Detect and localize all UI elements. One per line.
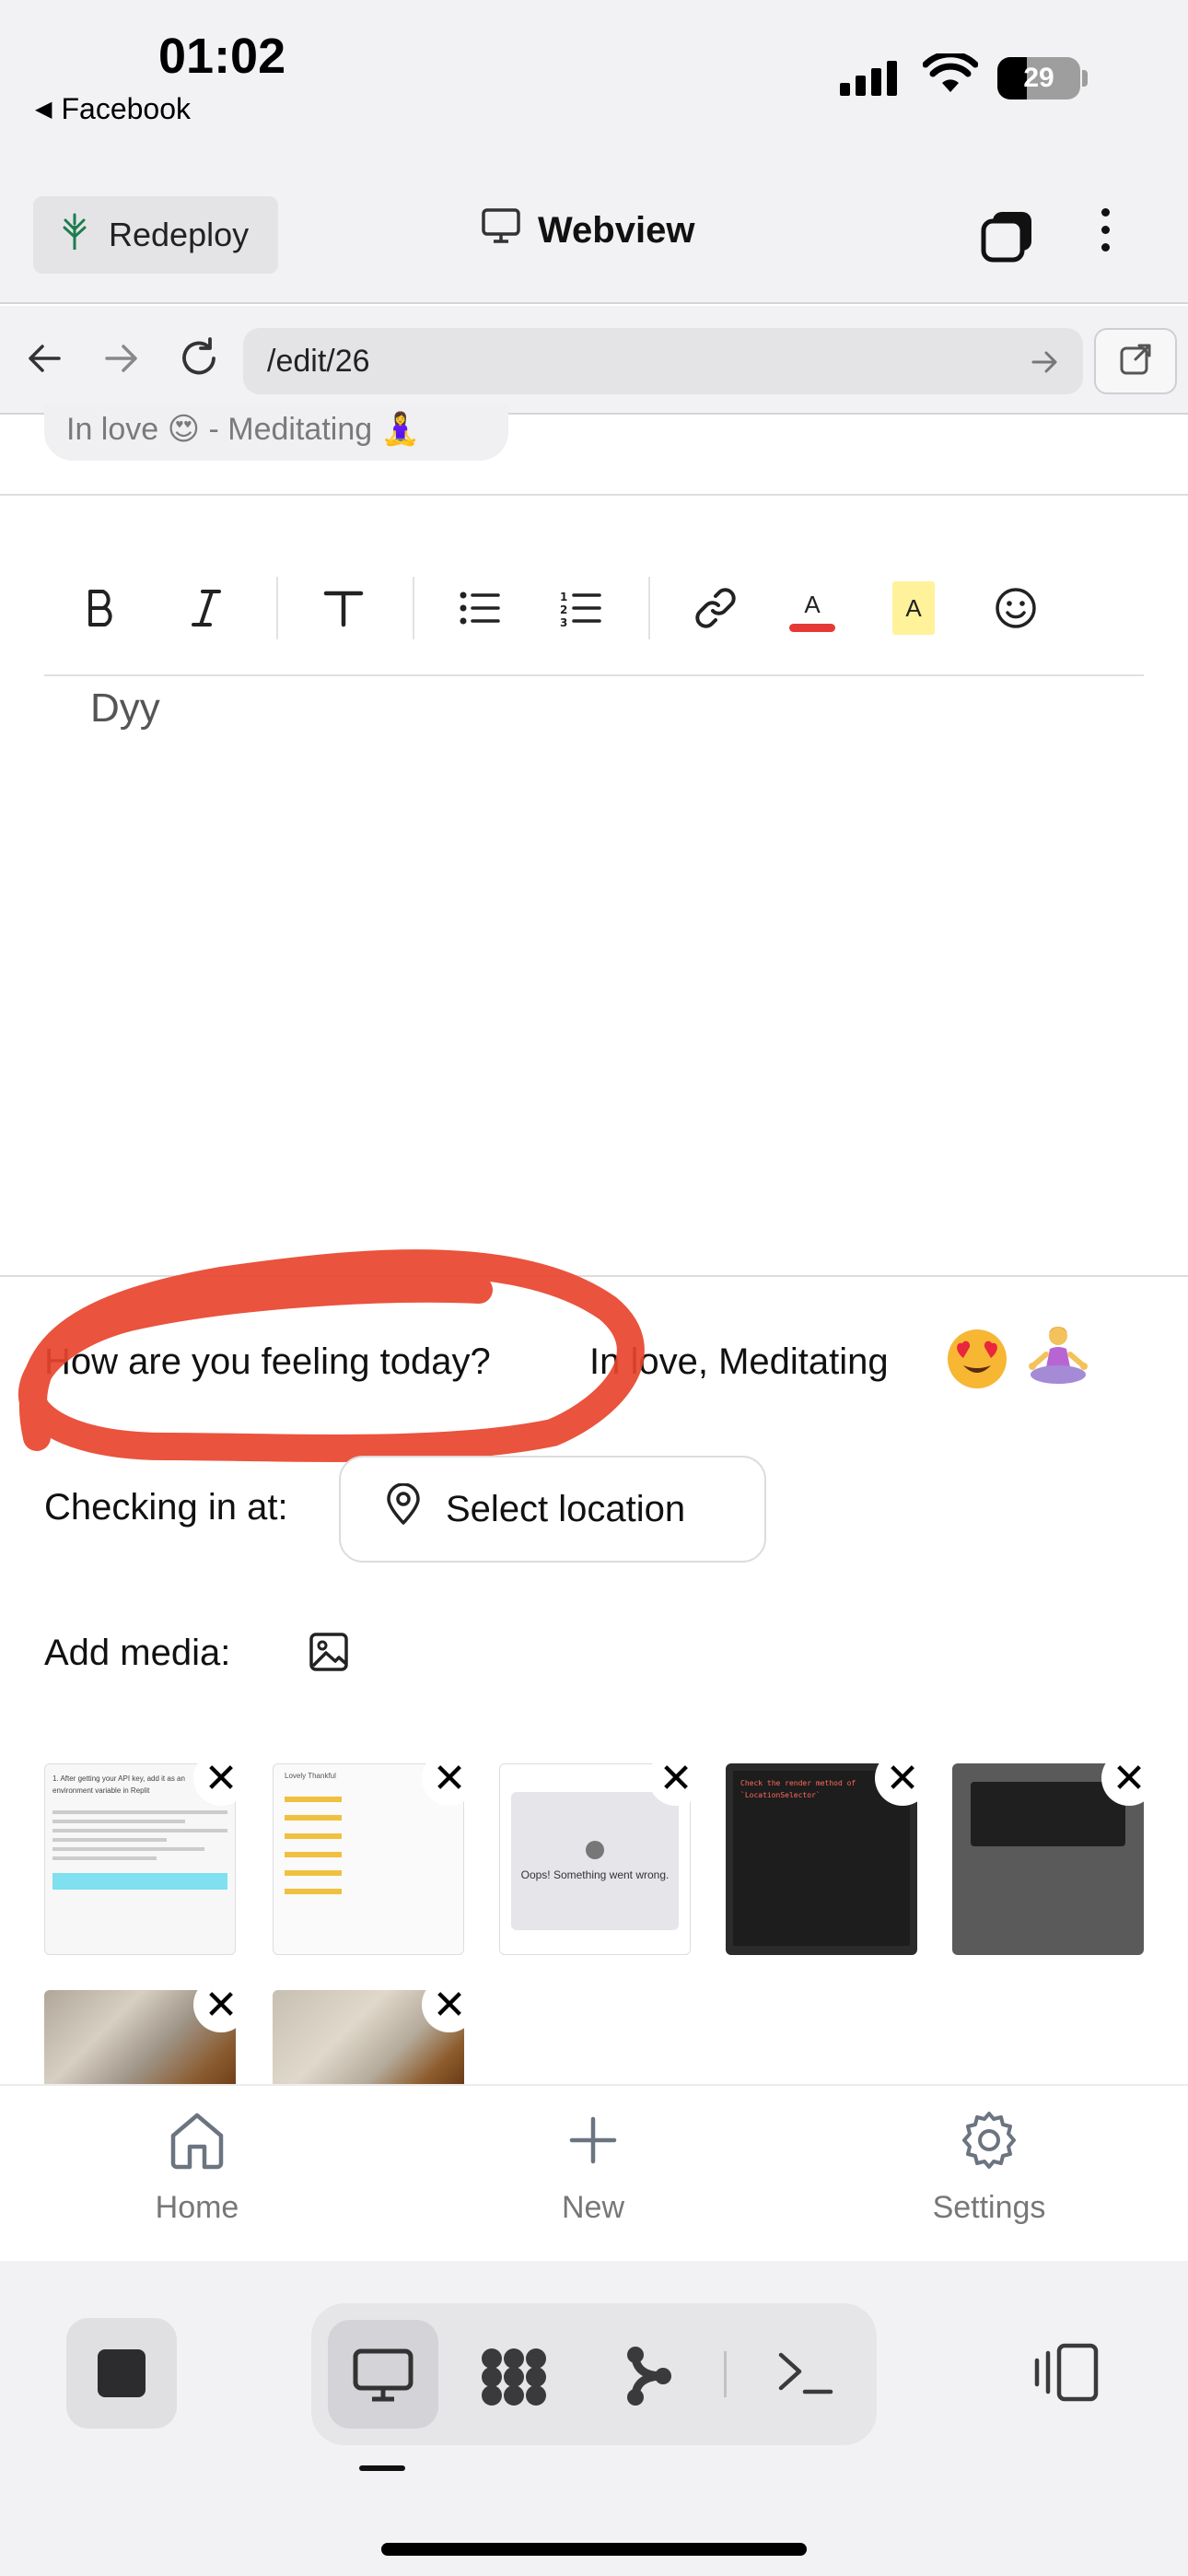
cellular-signal-icon <box>840 61 897 96</box>
stop-button[interactable] <box>66 2318 177 2429</box>
checkin-label: Checking in at: <box>44 1487 288 1528</box>
battery-tip <box>1082 70 1088 87</box>
sidebar-toggle-icon[interactable] <box>1031 2340 1101 2409</box>
italic-icon[interactable] <box>186 569 227 647</box>
redeploy-button[interactable]: Redeploy <box>33 196 278 274</box>
apps-grid-icon[interactable] <box>479 2346 549 2413</box>
back-triangle-icon: ◀ <box>35 97 52 122</box>
monitor-icon <box>481 207 521 253</box>
webview-title: Webview <box>481 207 694 253</box>
open-external-button[interactable] <box>1094 328 1177 394</box>
forward-arrow-icon[interactable] <box>101 338 142 383</box>
back-app-label: Facebook <box>61 92 191 125</box>
select-location-button[interactable]: Select location <box>339 1456 766 1563</box>
select-location-label: Select location <box>446 1488 686 1529</box>
svg-text:1: 1 <box>560 591 567 603</box>
remove-media-7-icon[interactable]: ✕ <box>422 1977 477 2032</box>
thumbnail-caption: Oops! Something went wrong. <box>520 1868 670 1881</box>
text-size-icon[interactable] <box>320 569 367 647</box>
toolbar-separator <box>648 577 650 639</box>
wifi-icon <box>922 51 979 99</box>
nav-settings-label: Settings <box>932 2190 1046 2225</box>
battery-level: 29 <box>1023 63 1054 93</box>
toolbar-divider <box>44 674 1144 676</box>
git-branch-icon[interactable] <box>623 2344 674 2413</box>
webview-title-text: Webview <box>538 209 695 251</box>
remove-media-3-icon[interactable]: ✕ <box>648 1751 704 1806</box>
remove-media-1-icon[interactable]: ✕ <box>193 1751 249 1806</box>
svg-text:3: 3 <box>560 616 567 626</box>
text-color-icon[interactable]: A <box>786 569 838 647</box>
more-options-icon[interactable] <box>1087 208 1124 252</box>
mood-chip: In love 😍 - Meditating 🧘‍♀️ <box>44 404 508 461</box>
plus-icon <box>564 2110 623 2179</box>
gear-icon <box>959 2110 1019 2179</box>
back-to-app-link[interactable]: ◀ Facebook <box>35 92 191 126</box>
nav-home[interactable]: Home <box>87 2110 308 2226</box>
redeploy-label: Redeploy <box>109 216 250 253</box>
remove-media-6-icon[interactable]: ✕ <box>193 1977 249 2032</box>
nav-home-label: Home <box>155 2190 239 2225</box>
active-tab-indicator <box>359 2465 405 2471</box>
map-pin-icon <box>385 1482 422 1535</box>
editor-content[interactable]: Dyy <box>90 685 160 732</box>
divider <box>0 494 1188 496</box>
toolbar-separator <box>276 577 278 639</box>
battery-icon: 29 <box>997 57 1080 100</box>
meditating-emoji-icon <box>1024 1323 1092 1396</box>
formatting-toolbar: 123 A A <box>44 569 1144 647</box>
image-picker-icon[interactable] <box>308 1631 350 1678</box>
text-color-swatch <box>789 623 835 632</box>
bold-icon[interactable] <box>81 569 122 647</box>
numbered-list-icon[interactable]: 123 <box>558 569 604 647</box>
emoji-icon[interactable] <box>993 569 1039 647</box>
toolbar-separator <box>413 577 414 639</box>
sprout-icon <box>61 213 88 258</box>
remove-media-4-icon[interactable]: ✕ <box>875 1751 930 1806</box>
back-arrow-icon[interactable] <box>24 338 64 383</box>
stop-icon <box>98 2349 146 2397</box>
status-time: 01:02 <box>158 29 286 84</box>
link-icon[interactable] <box>693 569 739 647</box>
home-indicator <box>381 2543 807 2556</box>
heart-eyes-emoji-icon <box>945 1327 1009 1396</box>
tabs-icon[interactable] <box>980 208 1035 268</box>
terminal-icon[interactable] <box>775 2348 834 2404</box>
reload-icon[interactable] <box>177 336 221 385</box>
external-link-icon <box>1117 341 1154 382</box>
red-annotation-scribble <box>0 1170 663 1469</box>
url-text: /edit/26 <box>267 343 370 379</box>
nav-new[interactable]: New <box>483 2110 704 2226</box>
highlight-icon[interactable]: A <box>891 569 936 647</box>
dock-separator <box>724 2351 727 2397</box>
bullet-list-icon[interactable] <box>457 569 503 647</box>
add-media-label: Add media: <box>44 1633 231 1673</box>
nav-new-label: New <box>561 2190 625 2225</box>
home-icon <box>168 2110 227 2179</box>
svg-text:2: 2 <box>560 603 567 616</box>
webview-monitor-icon[interactable] <box>352 2348 414 2407</box>
go-arrow-icon[interactable] <box>1030 346 1061 382</box>
url-input[interactable]: /edit/26 <box>243 328 1083 394</box>
nav-settings[interactable]: Settings <box>879 2110 1100 2226</box>
remove-media-5-icon[interactable]: ✕ <box>1101 1751 1157 1806</box>
remove-media-2-icon[interactable]: ✕ <box>422 1751 477 1806</box>
